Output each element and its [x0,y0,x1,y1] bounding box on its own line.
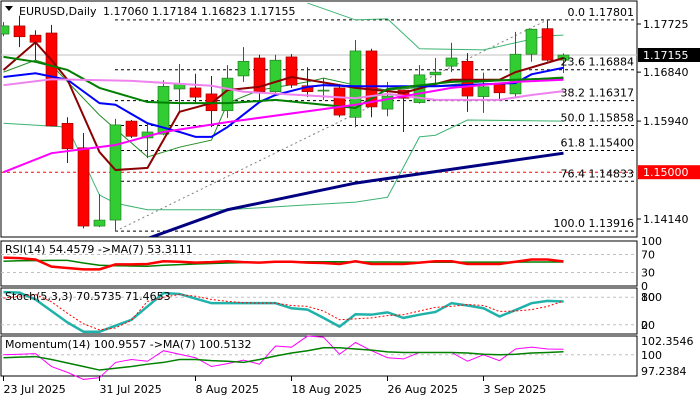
candle[interactable] [349,40,362,128]
y-tick-label: 1.16840 [643,66,689,79]
candle-body [317,89,330,92]
y-tick-label: 1.14140 [643,213,689,226]
stoch-panel: 80100200Stoch(5,3,3) 70.5735 71.4653 [0,287,662,335]
rsi-panel: 10070300RSI(14) 54.4579 ->MA(7) 53.3111 [0,235,662,293]
fib-level-label: 38.2 1.16317 [561,87,634,100]
candle-body [493,83,506,94]
stoch-label: Stoch(5,3,3) 70.5735 71.4653 [5,290,171,303]
x-tick-label: 8 Aug 2025 [196,383,259,396]
candle-body [269,59,282,93]
candle-body [125,120,138,137]
candle-body [1,25,10,35]
momentum-tick-label: 97.2384 [641,365,687,378]
candle-body [445,57,458,67]
x-tick-label: 31 Jul 2025 [100,383,162,396]
trading-chart[interactable]: 0.0 1.17801 23.6 1.16884 38.2 1.16317 50.0 … [0,0,700,400]
current-price-label: 1.17155 [643,49,689,62]
momentum-panel: 102.3546100 97.2384 Momentum(14) 100.9557 … [0,335,694,380]
y-tick-label: 1.17725 [643,18,689,31]
rsi-tick-label: 70 [641,249,655,262]
candle[interactable] [109,118,122,232]
candle[interactable] [269,54,282,93]
y-tick-label: 1.15940 [643,115,689,128]
candle-body [77,147,90,227]
x-tick-label: 18 Aug 2025 [292,383,362,396]
candle[interactable] [365,48,378,118]
candle[interactable] [285,54,298,88]
candle-body [61,122,74,150]
stoch-tick-label: 0 [641,319,648,332]
candle[interactable] [125,119,138,138]
x-tick-label: 3 Sep 2025 [484,383,547,396]
price-panel[interactable]: 0.0 1.17801 23.6 1.16884 38.2 1.16317 50.0 … [0,0,700,242]
fib-level-label: 61.8 1.15400 [561,136,634,149]
fib-level-label: 23.6 1.16884 [561,56,634,69]
candle-body [13,25,26,38]
fib-level-label: 0.0 1.17801 [568,6,634,19]
x-tick-label: 23 Jul 2025 [4,383,66,396]
x-tick-label: 26 Aug 2025 [388,383,458,396]
momentum-label: Momentum(14) 100.9557 ->MA(7) 100.5132 [5,338,252,351]
symbol-timeframe: EURUSD,Daily [19,5,97,18]
fib-level-label: 76.4 1.14833 [561,167,634,180]
candle-body [285,56,298,86]
rsi-tick-label: 100 [641,235,662,248]
candle-body [525,28,538,55]
candle-body [93,219,106,227]
candle-body [237,60,250,77]
candle-body [109,124,122,221]
level-price-label: 1.15000 [643,166,689,179]
fib-level-label: 50.0 1.15858 [561,112,634,125]
momentum-tick-label: 100 [641,349,662,362]
rsi-label: RSI(14) 54.4579 ->MA(7) 53.3111 [5,243,193,256]
candle[interactable] [333,84,346,118]
candle-body [461,60,474,97]
candle-body [333,87,346,116]
indicator-panels: 10070300RSI(14) 54.4579 ->MA(7) 53.31118… [0,235,694,380]
candle-body [477,86,490,97]
price-panel-frame [0,0,638,238]
candle-body [429,71,442,76]
candle-body [541,28,554,61]
rsi-tick-label: 30 [641,267,655,280]
chart-header: EURUSD,Daily 1.17060 1.17184 1.16823 1.1… [5,5,295,18]
candle-body [189,87,202,98]
stoch-tick-label: 100 [641,291,662,304]
momentum-tick-label: 102.3546 [641,335,694,348]
fib-level-label: 100.0 1.13916 [554,217,634,230]
ohlc-values: 1.17060 1.17184 1.16823 1.17155 [103,5,295,18]
